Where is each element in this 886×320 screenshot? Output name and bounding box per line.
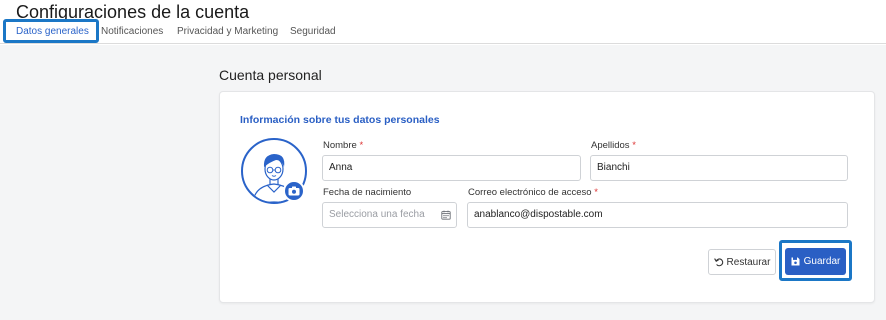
change-photo-button[interactable] xyxy=(283,180,305,202)
nombre-field[interactable]: Anna xyxy=(322,155,581,181)
fecha-label: Fecha de nacimiento xyxy=(323,187,412,198)
top-bar: Configuraciones de la cuenta Datos gener… xyxy=(0,0,886,44)
tab-privacidad-marketing[interactable]: Privacidad y Marketing xyxy=(177,26,278,37)
nombre-label-text: Nombre xyxy=(323,140,357,151)
apellidos-field[interactable]: Bianchi xyxy=(590,155,848,181)
required-mark: * xyxy=(632,140,636,151)
tab-notificaciones[interactable]: Notificaciones xyxy=(101,26,163,37)
correo-label: Correo electrónico de acceso * xyxy=(468,187,598,198)
tab-seguridad[interactable]: Seguridad xyxy=(290,26,336,37)
correo-field[interactable]: anablanco@dispostable.com xyxy=(467,202,848,228)
section-title: Cuenta personal xyxy=(219,67,322,83)
correo-label-text: Correo electrónico de acceso xyxy=(468,187,592,198)
restore-button-label: Restaurar xyxy=(726,256,771,268)
fecha-nacimiento-field[interactable]: Selecciona una fecha xyxy=(322,202,457,228)
undo-icon xyxy=(713,258,723,267)
required-mark: * xyxy=(594,187,598,198)
camera-icon xyxy=(288,186,300,196)
apellidos-label: Apellidos * xyxy=(591,140,636,151)
card-heading: Información sobre tus datos personales xyxy=(240,114,440,126)
save-highlight-box xyxy=(779,240,852,281)
tab-highlight-box xyxy=(3,19,99,43)
calendar-icon[interactable] xyxy=(441,210,451,220)
apellidos-label-text: Apellidos xyxy=(591,140,630,151)
restore-button[interactable]: Restaurar xyxy=(708,249,776,275)
nombre-label: Nombre * xyxy=(323,140,363,151)
required-mark: * xyxy=(359,140,364,151)
